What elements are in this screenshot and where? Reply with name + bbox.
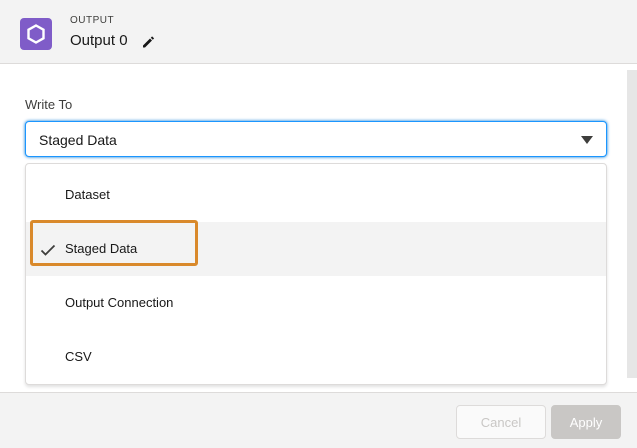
node-title: Output 0 <box>70 32 128 49</box>
option-dataset[interactable]: Dataset <box>26 168 606 222</box>
select-value: Staged Data <box>39 132 117 148</box>
scrollbar[interactable] <box>627 70 637 378</box>
write-to-label: Write To <box>25 97 73 112</box>
option-output-connection[interactable]: Output Connection <box>26 276 606 330</box>
hexagon-icon <box>20 18 52 50</box>
option-label: Output Connection <box>65 295 174 310</box>
panel-header: OUTPUT Output 0 <box>0 0 637 64</box>
header-eyebrow: OUTPUT <box>70 15 115 26</box>
option-csv[interactable]: CSV <box>26 330 606 384</box>
option-label: Dataset <box>65 187 110 202</box>
write-to-select[interactable]: Staged Data <box>25 121 607 157</box>
apply-button[interactable]: Apply <box>551 405 621 439</box>
option-label: CSV <box>65 349 92 364</box>
pencil-icon[interactable] <box>140 34 156 50</box>
chevron-down-icon <box>581 136 593 144</box>
panel-footer: Cancel Apply <box>0 392 637 448</box>
highlight-annotation <box>30 220 198 266</box>
output-panel: OUTPUT Output 0 Write To Staged Data Dat… <box>0 0 637 448</box>
cancel-button[interactable]: Cancel <box>456 405 546 439</box>
write-to-dropdown: Dataset Staged Data Output Connection CS… <box>25 163 607 385</box>
